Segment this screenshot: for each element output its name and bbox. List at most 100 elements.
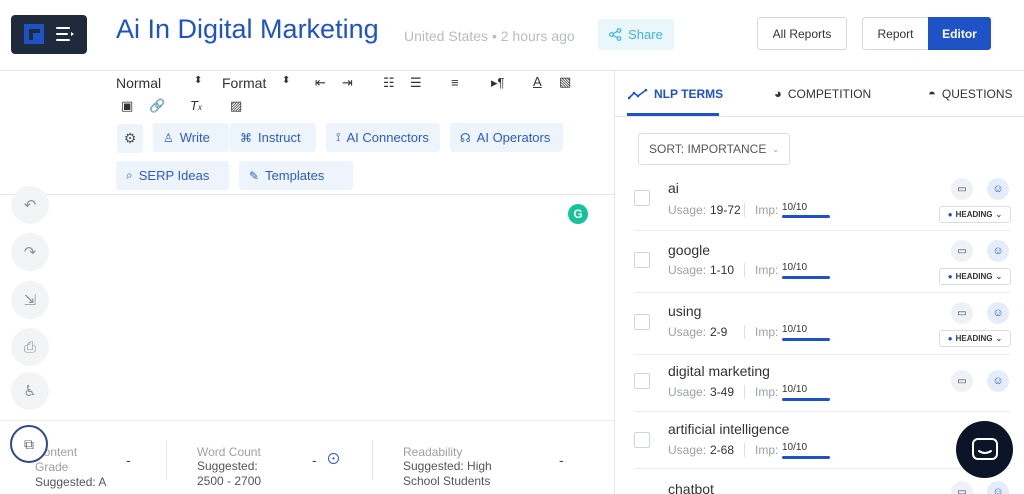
indent-icon[interactable]: ⇥ [342, 76, 353, 90]
image-icon[interactable]: ▨ [230, 99, 242, 113]
imp-value: 10/10 [782, 202, 808, 213]
pdf-icon: ⎙ [23, 338, 36, 356]
usage-value: 2-68 [710, 443, 735, 457]
term-checkbox[interactable] [634, 432, 650, 448]
usage-label: Usage: [668, 263, 707, 277]
paragraph-direction-icon[interactable]: ▸¶ [491, 76, 505, 90]
heading-badge[interactable]: ● HEADING ⌄ [939, 330, 1011, 347]
accessibility-icon: ♿ [23, 383, 37, 400]
chat-icon [971, 437, 998, 460]
tab-questions[interactable]: ◓ QUESTIONS [928, 71, 1013, 116]
tab-questions-label: QUESTIONS [941, 86, 1013, 101]
ai-connectors-chip[interactable]: ⟟ AI Connectors [326, 123, 440, 152]
format-value: Format [222, 75, 267, 91]
term-row: google Usage: 1-10 Imp: 10/10 ▭ ☺ ● HEADI… [634, 231, 1011, 293]
bullet-list-icon[interactable]: ☰ [410, 76, 422, 90]
robot-icon[interactable]: ☺ [987, 302, 1009, 324]
highlight-color-icon[interactable]: ▧ [559, 75, 571, 89]
undo-button[interactable]: ↶ [11, 186, 49, 224]
term-checkbox[interactable] [634, 373, 650, 389]
row-divider [744, 385, 745, 399]
paragraph-style-select[interactable]: Normal ⬍ [116, 75, 202, 91]
accessibility-button[interactable]: ♿ [11, 372, 49, 410]
link-icon[interactable]: 🔗 [149, 99, 165, 113]
format-select[interactable]: Format ⬍ [222, 75, 290, 91]
logo-menu-button[interactable] [11, 15, 87, 54]
tab-competition[interactable]: ◕ COMPETITION [774, 71, 871, 116]
ordered-list-icon[interactable]: ☷ [383, 76, 395, 90]
chevron-down-icon: ⌄ [772, 144, 780, 154]
target-icon[interactable]: • [328, 453, 339, 464]
comment-icon[interactable]: ▭ [951, 178, 973, 200]
grammarly-icon[interactable]: G [568, 204, 588, 224]
text-color-icon[interactable]: A [533, 75, 542, 89]
imp-label: Imp: [755, 325, 779, 339]
clear-format-icon[interactable]: Tx [190, 99, 202, 115]
usage-label: Usage: [668, 325, 707, 339]
tab-nlp-terms[interactable]: NLP TERMS [628, 71, 723, 116]
ai-operators-chip[interactable]: ☊ AI Operators [450, 123, 563, 152]
report-button[interactable]: Report [862, 17, 929, 50]
write-chip[interactable]: ♙ Write [153, 123, 229, 152]
share-button[interactable]: Share [598, 19, 674, 50]
term-row: chatbot ▭ ☺ [634, 470, 1010, 494]
heading-badge[interactable]: ● HEADING ⌄ [939, 206, 1011, 223]
word-count-suggested: Suggested: 2500 - 2700 [197, 459, 262, 488]
serp-ideas-chip[interactable]: ⌕ SERP Ideas [116, 161, 229, 190]
questions-icon: ◓ [928, 86, 936, 101]
word-count-value: - [312, 452, 317, 468]
robot-icon[interactable]: ☺ [987, 481, 1009, 494]
imp-label: Imp: [755, 443, 779, 457]
comment-icon[interactable]: ▭ [951, 370, 973, 392]
share-icon [609, 28, 622, 41]
robot-icon[interactable]: ☺ [987, 178, 1009, 200]
pdf-export-button[interactable]: ⎙ [11, 328, 49, 366]
comment-icon[interactable]: ▭ [951, 481, 973, 494]
undo-icon: ↶ [23, 197, 37, 214]
chevron-down-icon: ⌄ [995, 272, 1003, 281]
copy-button[interactable]: ⧉ [10, 425, 48, 463]
content-grade-suggested: Suggested: A [35, 475, 107, 489]
outdent-icon[interactable]: ⇤ [315, 76, 326, 90]
comment-icon[interactable]: ▭ [951, 302, 973, 324]
term-checkbox[interactable] [634, 314, 650, 330]
heading-badge[interactable]: ● HEADING ⌄ [939, 268, 1011, 285]
search-icon: ⌕ [126, 168, 133, 182]
logo-icon [24, 24, 74, 44]
term-checkbox[interactable] [634, 252, 650, 268]
share-label: Share [628, 27, 663, 42]
templates-chip[interactable]: ✎ Templates [239, 161, 353, 190]
editor-content-area[interactable] [60, 196, 614, 420]
imp-value: 10/10 [782, 384, 808, 395]
imp-label: Imp: [755, 203, 779, 217]
comment-icon[interactable]: ▭ [951, 240, 973, 262]
sort-dropdown[interactable]: SORT: IMPORTANCE ⌄ [638, 133, 790, 165]
robot-icon[interactable]: ☺ [987, 240, 1009, 262]
term-name: ai [668, 180, 679, 196]
term-name: digital marketing [668, 363, 770, 379]
align-left-icon[interactable]: ≡ [451, 76, 459, 90]
stats-divider [372, 440, 373, 480]
editor-button[interactable]: Editor [928, 17, 991, 50]
wand-icon: ♙ [163, 130, 174, 145]
instruct-chip[interactable]: ⌘ Instruct [230, 123, 316, 152]
chat-support-button[interactable] [956, 421, 1013, 478]
ai-operators-label: AI Operators [476, 130, 551, 145]
term-checkbox[interactable] [634, 190, 650, 206]
video-icon[interactable]: ▣ [121, 99, 133, 113]
row-divider [744, 325, 745, 339]
import-button[interactable]: ⇲ [11, 281, 49, 319]
paragraph-style-value: Normal [116, 75, 162, 91]
robot-icon[interactable]: ☺ [987, 370, 1009, 392]
imp-bar [782, 398, 830, 401]
settings-gear-icon[interactable]: ⚙ [117, 124, 143, 153]
usage-value: 19-72 [710, 203, 741, 217]
imp-value: 10/10 [782, 442, 808, 453]
select-arrows-icon: ⬍ [194, 75, 203, 86]
content-grade-value: - [126, 452, 131, 468]
instruct-label: Instruct [258, 130, 301, 145]
term-row: artificial intelligence Usage: 2-68 Imp:… [634, 413, 1010, 469]
redo-button[interactable]: ↷ [11, 233, 49, 271]
all-reports-button[interactable]: All Reports [757, 17, 847, 50]
editor-toolbar: Normal ⬍ Format ⬍ ⇤ ⇥ ☷ ☰ ≡ ▸¶ A ▧ ▣ 🔗 T… [0, 71, 614, 195]
